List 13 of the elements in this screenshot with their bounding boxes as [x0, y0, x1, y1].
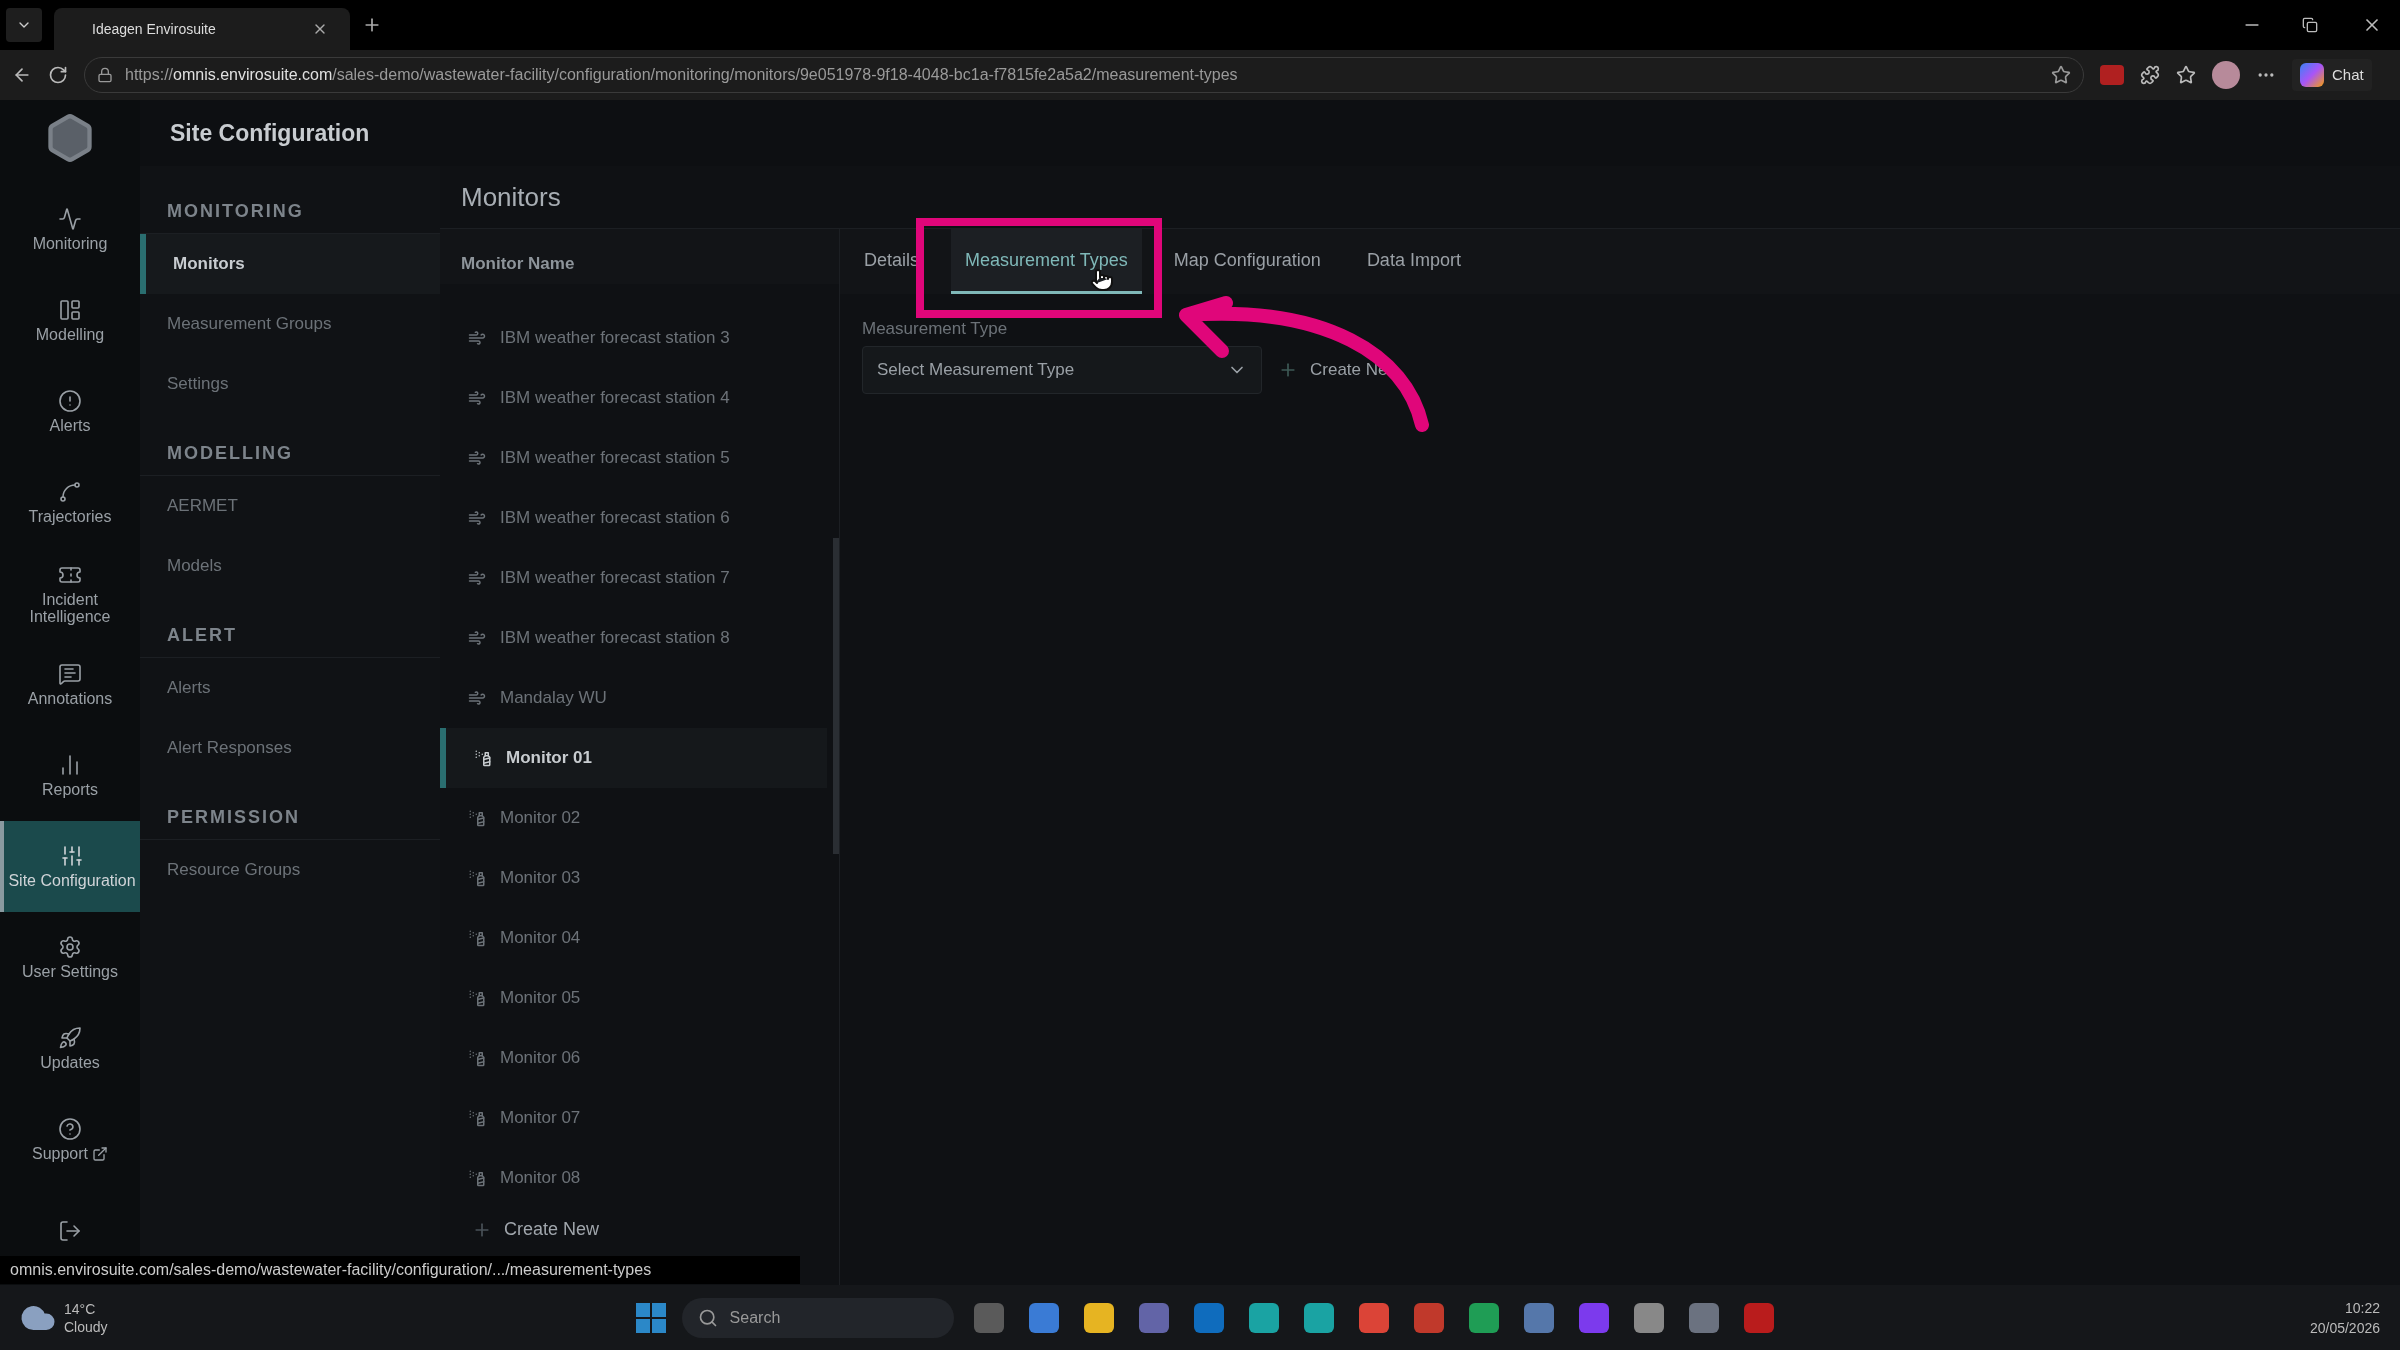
clock-time: 10:22 [2344, 1298, 2380, 1318]
section-heading: MODELLING [167, 442, 293, 465]
section-heading: ALERT [167, 624, 237, 647]
field-label: Measurement Type [862, 318, 1009, 340]
clock-date: 20/05/2026 [2309, 1318, 2380, 1338]
temperature: 14°C [64, 1299, 97, 1318]
status-url-tooltip: omnis.envirosuite.com/sales-demo/wastewater-facility/configuration/.../measurement-types [0, 1256, 800, 1284]
weather-condition: Cloudy [64, 1317, 108, 1336]
section-heading: PERMISSION [167, 806, 301, 829]
page-title: Site Configuration [170, 118, 370, 148]
section-heading: MONITORING [167, 200, 304, 223]
column-header: Monitor Name [461, 252, 575, 275]
panel-title: Monitors [461, 180, 561, 214]
